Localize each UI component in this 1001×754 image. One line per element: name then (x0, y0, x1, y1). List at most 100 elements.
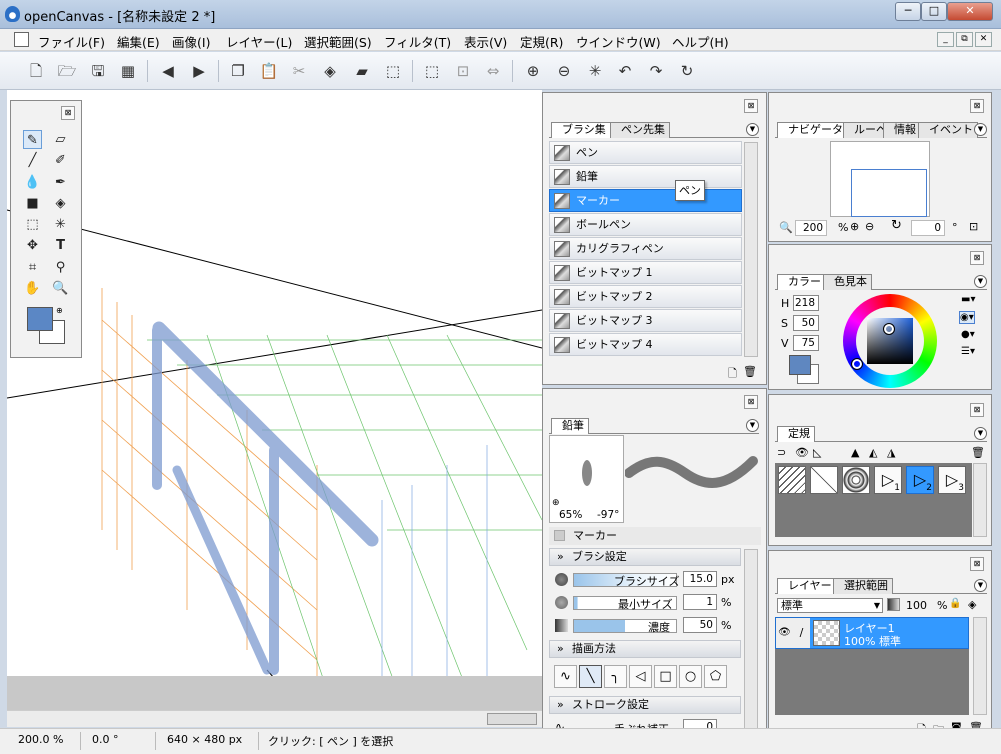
brush-tip-preview[interactable]: ⊕ 65% -97° (549, 435, 624, 523)
mdi-close-button[interactable]: ✕ (975, 32, 992, 47)
curve-icon[interactable]: ╮ (604, 665, 627, 688)
layer-stack-icon[interactable]: ◈ (968, 598, 976, 611)
zoom-out-icon[interactable]: ⊖ (554, 61, 574, 81)
nav-zoom-input[interactable]: 200 (795, 220, 827, 236)
new-brush-icon[interactable]: 🗋 (728, 365, 737, 384)
zoom-in-icon[interactable]: ⊕ (523, 61, 543, 81)
navigator-dropdown[interactable]: ▼ (974, 123, 987, 136)
brush-item[interactable]: 鉛筆 (549, 165, 742, 188)
brush-item[interactable]: ペン (549, 141, 742, 164)
freehand-icon[interactable]: ∿ (554, 665, 577, 688)
navigator-view-rect[interactable] (851, 169, 927, 217)
hue-picker-handle[interactable] (851, 358, 863, 370)
fill-icon[interactable]: ◈ (320, 61, 340, 81)
color-mode-bar-icon[interactable]: ▬▾ (961, 294, 975, 305)
horizontal-scrollbar[interactable] (7, 710, 542, 727)
tab-info[interactable]: 情報 (883, 122, 921, 138)
settings-scrollbar[interactable] (744, 549, 758, 729)
tab-navigator[interactable]: ナビゲータ (777, 122, 848, 138)
section-brush-settings[interactable]: » ブラシ設定 (549, 548, 741, 566)
ruler-perspective2-icon[interactable]: ◭ (869, 446, 877, 459)
layer-close-button[interactable]: ⊠ (970, 557, 984, 571)
minimize-button[interactable]: ─ (895, 2, 921, 21)
ruler-3pt-perspective-icon[interactable]: ▷ 3 (938, 466, 966, 494)
size-pressure-icon[interactable] (555, 573, 568, 586)
zoom-tool-icon[interactable]: 🔍 (51, 279, 70, 298)
select-rect-icon[interactable]: ⬚ (422, 61, 442, 81)
prev-icon[interactable]: ◀ (158, 61, 178, 81)
redo-all-icon[interactable]: ↻ (677, 61, 697, 81)
ruler-perspective3-icon[interactable]: ◮ (887, 446, 895, 459)
layer-scrollbar[interactable] (973, 617, 987, 715)
tab-event[interactable]: イベント (918, 122, 978, 138)
tab-ruler[interactable]: 定規 (777, 426, 815, 442)
menu-layer[interactable]: レイヤー(L) (226, 32, 292, 51)
close-button[interactable]: ✕ (947, 2, 993, 21)
brush-menu-dropdown[interactable]: ▼ (746, 123, 759, 136)
tab-pen-tip-set[interactable]: ペン先集 (610, 122, 670, 138)
ellipse-shape-icon[interactable]: ○ (679, 665, 702, 688)
foreground-color-swatch[interactable] (27, 307, 53, 331)
hue-ring[interactable] (843, 294, 937, 388)
brush-tool-icon[interactable]: ╱ (23, 151, 42, 170)
move-tool-icon[interactable]: ✥ (23, 236, 42, 255)
ruler-close-button[interactable]: ⊠ (970, 403, 984, 417)
copy-icon[interactable]: ❐ (228, 61, 248, 81)
tab-brush-set[interactable]: ブラシ集 (551, 122, 611, 138)
density-icon[interactable] (555, 619, 568, 632)
section-stroke-settings[interactable]: » ストローク設定 (549, 696, 741, 714)
layer-lock-icon[interactable]: 🔒 (949, 598, 961, 609)
menu-edit[interactable]: 編集(E) (117, 32, 160, 51)
color-close-button[interactable]: ⊠ (970, 251, 984, 265)
sv-picker-handle[interactable] (883, 323, 895, 335)
watercolor-tool-icon[interactable]: 💧 (23, 173, 42, 192)
color-mode-square-icon[interactable]: ●▾ (961, 329, 975, 340)
min-size-icon[interactable] (555, 596, 568, 609)
brush-item-selected[interactable]: マーカー (549, 189, 742, 212)
toolbox-close-button[interactable]: ⊠ (61, 106, 75, 120)
menu-view[interactable]: 表示(V) (464, 32, 507, 51)
brush-settings-close-button[interactable]: ⊠ (744, 395, 758, 409)
brush-settings-dropdown[interactable]: ▼ (746, 419, 759, 432)
brush-item[interactable]: カリグラフィペン (549, 237, 742, 260)
transform-icon[interactable]: ⬚ (383, 61, 403, 81)
text-tool-icon[interactable]: T (51, 236, 70, 255)
section-draw-method[interactable]: » 描画方法 (549, 640, 741, 658)
maximize-button[interactable]: □ (921, 2, 947, 21)
s-input[interactable]: 50 (793, 315, 819, 331)
tab-current-brush[interactable]: 鉛筆 (551, 418, 589, 434)
eraser-icon[interactable]: ▰ (352, 61, 372, 81)
brush-item[interactable]: ビットマップ 4 (549, 333, 742, 356)
scroll-thumb[interactable] (487, 713, 537, 725)
ruler-2pt-perspective-icon[interactable]: ▷ 2 (906, 466, 934, 494)
layer-brush-icon[interactable]: ∕ (793, 618, 810, 648)
menu-ruler[interactable]: 定規(R) (520, 32, 563, 51)
pen-tool-icon[interactable]: ✎ (23, 130, 42, 149)
polygon-shape-icon[interactable]: ⬠ (704, 665, 727, 688)
ruler-parallel-icon[interactable] (778, 466, 806, 494)
v-input[interactable]: 75 (793, 335, 819, 351)
brush-list-scrollbar[interactable] (744, 142, 758, 357)
crop-tool-icon[interactable]: ⌗ (23, 258, 42, 277)
deselect-icon[interactable]: ⊡ (453, 61, 473, 81)
menu-window[interactable]: ウインドウ(W) (576, 32, 661, 51)
layer-row-selected[interactable]: 👁 ∕ レイヤー1 100% 標準 (775, 617, 969, 649)
brush-size-input[interactable]: 15.0 (683, 571, 717, 587)
line-icon[interactable]: ╲ (579, 665, 602, 688)
next-icon[interactable]: ▶ (189, 61, 209, 81)
bucket-tool-icon[interactable]: ◈ (51, 194, 70, 213)
mdi-restore-button[interactable]: ⧉ (956, 32, 973, 47)
polyline-icon[interactable]: ◁ (629, 665, 652, 688)
ruler-radial-icon[interactable] (810, 466, 838, 494)
brush-item[interactable]: ボールペン (549, 213, 742, 236)
delete-ruler-icon[interactable]: 🗑 (971, 446, 985, 459)
ruler-concentric-icon[interactable] (842, 466, 870, 494)
undo-icon[interactable]: ↶ (615, 61, 635, 81)
ruler-scrollbar[interactable] (973, 463, 987, 537)
ruler-visible-icon[interactable]: 👁 (795, 446, 809, 459)
rectangle-tool-icon[interactable]: ■ (23, 194, 42, 213)
tab-selection[interactable]: 選択範囲 (833, 578, 893, 594)
ruler-dropdown[interactable]: ▼ (974, 427, 987, 440)
menu-filter[interactable]: フィルタ(T) (384, 32, 451, 51)
save-all-icon[interactable]: ▦ (118, 61, 138, 81)
